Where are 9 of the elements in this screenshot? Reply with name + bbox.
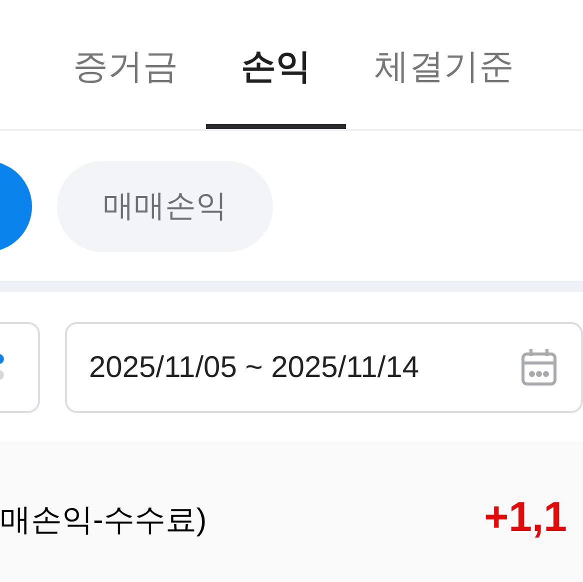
tab[interactable]: 손익 [206, 0, 346, 129]
filter-chip[interactable]: 매매손익 [57, 160, 273, 252]
tab[interactable]: 체결기준 [346, 0, 542, 129]
date-range-field[interactable]: 2025/11/05 ~ 2025/11/14 [65, 322, 583, 412]
profit-value: +1,1 [484, 497, 567, 537]
tab[interactable]: 증거금 [45, 0, 206, 129]
date-range-text: 2025/11/05 ~ 2025/11/14 [89, 350, 420, 386]
calendar-icon [521, 348, 557, 386]
summary-label: 매손익-수수료) [0, 501, 207, 539]
